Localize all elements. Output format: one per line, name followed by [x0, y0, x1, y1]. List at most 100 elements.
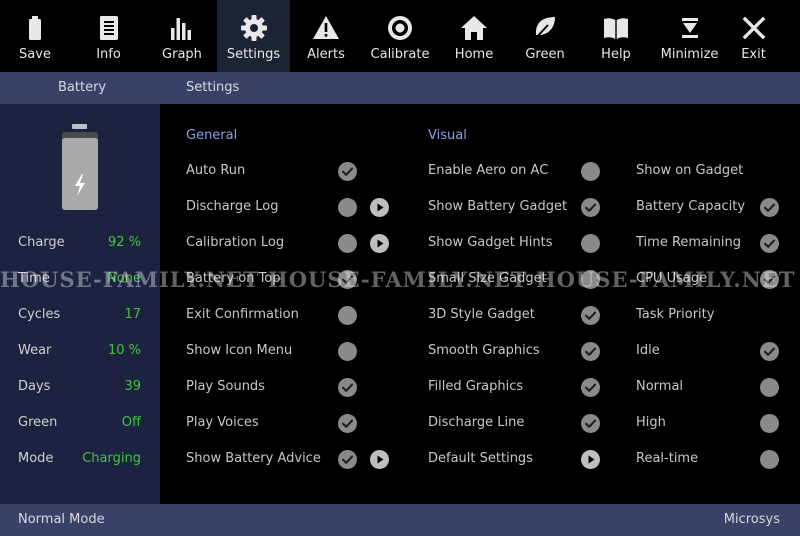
green-button-label: Green — [525, 47, 565, 62]
option-auto-run-label: Auto Run — [186, 163, 246, 178]
option-play-sounds-checkbox[interactable] — [338, 378, 357, 397]
stat-label: Charge — [18, 235, 65, 250]
stat-label: Cycles — [18, 307, 61, 322]
stat-cycles: Cycles 17 — [18, 307, 141, 322]
option-cpu-usage-label: CPU Usage — [636, 271, 708, 286]
alerts-button[interactable]: Alerts — [290, 0, 362, 72]
option-discharge-log-label: Discharge Log — [186, 199, 279, 214]
home-icon — [460, 14, 488, 42]
general-section-title: General — [186, 128, 238, 143]
option-small-size-gadget-label: Small Size Gadget — [428, 271, 547, 286]
option-calibration-log-checkbox[interactable] — [338, 234, 357, 253]
help-button[interactable]: Help — [580, 0, 652, 72]
option-cpu-usage-checkbox[interactable] — [760, 270, 779, 289]
option-enable-aero-on-ac-checkbox[interactable] — [581, 162, 600, 181]
option-auto-run-checkbox[interactable] — [338, 162, 357, 181]
stat-value: None — [107, 271, 141, 286]
close-icon — [740, 14, 768, 42]
stat-label: Wear — [18, 343, 52, 358]
stat-mode: Mode Charging — [18, 451, 141, 466]
option-discharge-line-checkbox[interactable] — [581, 414, 600, 433]
info-button[interactable]: Info — [70, 0, 147, 72]
status-bar: Normal Mode Microsys — [0, 504, 800, 536]
option-real-time-checkbox[interactable] — [760, 450, 779, 469]
calibrate-button-label: Calibrate — [370, 47, 430, 62]
option-calibration-log-play-button[interactable] — [370, 234, 389, 253]
toolbar: Save Info Graph Settings Alerts Calibrate Home… — [0, 0, 800, 72]
leaf-icon — [531, 14, 559, 42]
calibrate-button[interactable]: Calibrate — [362, 0, 438, 72]
option-show-battery-gadget-label: Show Battery Gadget — [428, 199, 568, 214]
battery-sidebar: Charge 92 % Time None Cycles 17 Wear 10 % Days 39… — [0, 104, 160, 504]
settings-button[interactable]: Settings — [217, 0, 290, 72]
green-button[interactable]: Green — [510, 0, 580, 72]
option-show-gadget-hints-checkbox[interactable] — [581, 234, 600, 253]
option-task-priority-label: Task Priority — [636, 307, 715, 322]
stat-label: Days — [18, 379, 51, 394]
option-idle-label: Idle — [636, 343, 660, 358]
stat-green: Green Off — [18, 415, 141, 430]
option-show-on-gadget-label: Show on Gadget — [636, 163, 744, 178]
minimize-button-label: Minimize — [660, 47, 719, 62]
option-show-battery-advice-checkbox[interactable] — [338, 450, 357, 469]
option-filled-graphics-checkbox[interactable] — [581, 378, 600, 397]
stat-time: Time None — [18, 271, 141, 286]
save-button[interactable]: Save — [0, 0, 70, 72]
stat-wear: Wear 10 % — [18, 343, 141, 358]
stat-value: 39 — [124, 379, 141, 394]
graph-button-label: Graph — [162, 47, 202, 62]
stat-label: Green — [18, 415, 58, 430]
stat-label: Time — [18, 271, 50, 286]
gear-icon — [240, 14, 268, 42]
option-default-settings-play-button[interactable] — [581, 450, 600, 469]
option-play-voices-label: Play Voices — [186, 415, 259, 430]
alerts-button-label: Alerts — [307, 47, 345, 62]
option-enable-aero-on-ac-label: Enable Aero on AC — [428, 163, 549, 178]
exit-button[interactable]: Exit — [727, 0, 780, 72]
minimize-button[interactable]: Minimize — [652, 0, 727, 72]
option-3d-style-gadget-label: 3D Style Gadget — [428, 307, 535, 322]
option-show-gadget-hints-label: Show Gadget Hints — [428, 235, 553, 250]
option-battery-on-top-checkbox[interactable] — [338, 270, 357, 289]
option-time-remaining-checkbox[interactable] — [760, 234, 779, 253]
stat-value: Off — [121, 415, 141, 430]
home-button[interactable]: Home — [438, 0, 510, 72]
save-button-label: Save — [19, 47, 51, 62]
option-high-label: High — [636, 415, 666, 430]
help-button-label: Help — [601, 47, 631, 62]
stat-value: 10 % — [107, 343, 141, 358]
option-high-checkbox[interactable] — [760, 414, 779, 433]
option-discharge-log-checkbox[interactable] — [338, 198, 357, 217]
settings-section-title: Settings — [186, 80, 240, 95]
vendor-label: Microsys — [723, 512, 780, 527]
option-real-time-label: Real-time — [636, 451, 699, 466]
warning-icon — [312, 14, 340, 42]
option-idle-checkbox[interactable] — [760, 342, 779, 361]
option-show-icon-menu-label: Show Icon Menu — [186, 343, 293, 358]
graph-button[interactable]: Graph — [147, 0, 217, 72]
option-play-voices-checkbox[interactable] — [338, 414, 357, 433]
settings-panel: General Visual Auto Run Discharge Log Cali… — [160, 104, 800, 504]
visual-section-title: Visual — [428, 128, 467, 143]
stat-charge: Charge 92 % — [18, 235, 141, 250]
option-time-remaining-label: Time Remaining — [636, 235, 741, 250]
exit-button-label: Exit — [741, 47, 766, 62]
option-smooth-graphics-checkbox[interactable] — [581, 342, 600, 361]
settings-button-label: Settings — [226, 47, 281, 62]
option-3d-style-gadget-checkbox[interactable] — [581, 306, 600, 325]
option-show-battery-gadget-checkbox[interactable] — [581, 198, 600, 217]
option-normal-checkbox[interactable] — [760, 378, 779, 397]
option-show-icon-menu-checkbox[interactable] — [338, 342, 357, 361]
stat-value: 17 — [124, 307, 141, 322]
home-button-label: Home — [454, 47, 494, 62]
option-show-battery-advice-play-button[interactable] — [370, 450, 389, 469]
battery-icon — [21, 14, 49, 42]
option-battery-capacity-checkbox[interactable] — [760, 198, 779, 217]
stat-label: Mode — [18, 451, 54, 466]
minimize-icon — [676, 14, 704, 42]
battery-level-icon — [62, 124, 98, 210]
option-exit-confirmation-checkbox[interactable] — [338, 306, 357, 325]
option-small-size-gadget-checkbox[interactable] — [581, 270, 600, 289]
document-icon — [95, 14, 123, 42]
option-discharge-log-play-button[interactable] — [370, 198, 389, 217]
